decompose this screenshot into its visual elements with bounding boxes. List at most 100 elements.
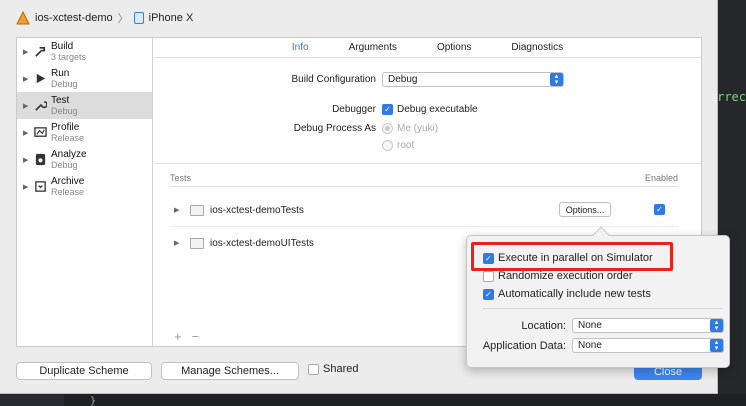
sidebar-item-sub: Debug (51, 78, 78, 89)
sidebar-item-archive[interactable]: ▶ Archive Release (17, 173, 152, 200)
disclosure-triangle-icon[interactable]: ▶ (23, 75, 33, 83)
build-config-row: Build Configuration Debug ▴ ▾ (154, 72, 564, 87)
sidebar-item-label: Test (51, 94, 70, 106)
tests-header: Tests Enabled (170, 173, 678, 183)
shared-checkbox[interactable] (308, 363, 319, 375)
process-root-label: root (397, 140, 415, 151)
debugger-value: Debug executable (397, 104, 478, 115)
build-config-label: Build Configuration (291, 74, 377, 85)
sidebar-item-analyze[interactable]: ▶ Analyze Debug (17, 146, 152, 173)
parallel-label: Execute in parallel on Simulator (498, 252, 653, 264)
section-divider (154, 163, 701, 164)
add-test-button[interactable]: + (174, 329, 182, 344)
sidebar-item-sub: Release (51, 132, 85, 143)
sidebar-item-label: Profile (51, 121, 80, 133)
folder-icon (190, 237, 204, 249)
sidebar-item-label: Archive (51, 175, 85, 187)
sidebar-item-sub: Debug (51, 159, 78, 170)
chevron-updown-icon: ▴ ▾ (550, 73, 563, 86)
auto-include-label: Automatically include new tests (498, 288, 651, 300)
app-data-row: Application Data: None ▴ ▾ (467, 338, 731, 353)
disclosure-triangle-icon[interactable]: ▶ (23, 48, 33, 56)
location-popup[interactable]: None ▴ ▾ (572, 318, 724, 333)
test-options-button[interactable]: Options... (559, 202, 611, 217)
wrench-icon (33, 99, 47, 113)
editor-bottom-bar (64, 394, 746, 406)
remove-test-button[interactable]: − (192, 329, 200, 344)
location-value: None (578, 320, 602, 331)
disclosure-triangle-icon[interactable]: ▶ (23, 156, 33, 164)
debug-process-row: Debug Process As Me (yuki) (154, 123, 438, 134)
sidebar-item-sub: 3 targets (51, 51, 87, 62)
auto-include-option: ✓ Automatically include new tests (483, 288, 651, 300)
shared-option: Shared (308, 363, 358, 375)
randomize-checkbox[interactable] (483, 270, 494, 282)
disclosure-triangle-icon[interactable]: ▶ (174, 239, 184, 247)
breadcrumb: ios-xctest-demo 〉 iPhone X (16, 8, 193, 28)
parallel-option: ✓ Execute in parallel on Simulator (483, 252, 653, 264)
debugger-row: Debugger ✓ Debug executable (154, 104, 478, 115)
iphone-icon (133, 12, 144, 24)
app-data-value: None (578, 340, 602, 351)
process-root-radio[interactable] (382, 140, 393, 151)
tests-header-divider (170, 186, 678, 187)
sidebar-item-run[interactable]: ▶ Run Debug (17, 65, 152, 92)
auto-include-checkbox[interactable]: ✓ (483, 288, 494, 300)
app-data-label: Application Data: (482, 339, 566, 352)
sidebar-item-test[interactable]: ▶ Test Debug (17, 92, 152, 119)
disclosure-triangle-icon[interactable]: ▶ (23, 102, 33, 110)
build-config-popup[interactable]: Debug ▴ ▾ (382, 72, 564, 87)
randomize-option: Randomize execution order (483, 270, 633, 282)
chevron-updown-icon: ▴ ▾ (710, 319, 723, 332)
folder-icon (190, 204, 204, 216)
debugger-label: Debugger (332, 104, 376, 115)
disclosure-triangle-icon[interactable]: ▶ (174, 206, 184, 214)
manage-schemes-button[interactable]: Manage Schemes... (161, 362, 299, 380)
duplicate-scheme-button[interactable]: Duplicate Scheme (16, 362, 152, 380)
test-enabled-checkbox[interactable]: ✓ (654, 204, 665, 215)
xcode-app-icon (16, 10, 30, 25)
gauge-icon (33, 126, 47, 140)
test-target-name: ios-xctest-demoUITests (210, 237, 314, 249)
analyze-icon (33, 153, 47, 167)
debug-process-label: Debug Process As (293, 123, 376, 134)
process-me-label: Me (yuki) (397, 123, 439, 134)
play-icon (33, 72, 47, 86)
breadcrumb-project[interactable]: ios-xctest-demo (35, 12, 113, 24)
parallel-checkbox[interactable]: ✓ (483, 252, 494, 264)
tab-bar: Info Arguments Options Diagnostics (154, 38, 701, 58)
disclosure-triangle-icon[interactable]: ▶ (23, 129, 33, 137)
chevron-updown-icon: ▴ ▾ (710, 339, 723, 352)
hammer-icon (33, 45, 47, 59)
test-target-name: ios-xctest-demoTests (210, 204, 304, 216)
sidebar-item-sub: Release (51, 186, 85, 197)
location-label: Location: (521, 319, 566, 332)
randomize-label: Randomize execution order (498, 270, 633, 282)
tab-info[interactable]: Info (272, 38, 329, 57)
sidebar-item-label: Run (51, 67, 70, 79)
add-remove-controls: + − (174, 329, 199, 344)
sidebar-item-build[interactable]: ▶ Build 3 targets (17, 38, 152, 65)
sidebar-item-label: Build (51, 40, 74, 52)
tab-diagnostics[interactable]: Diagnostics (491, 38, 583, 57)
breadcrumb-device[interactable]: iPhone X (149, 12, 194, 24)
disclosure-triangle-icon[interactable]: ▶ (23, 183, 33, 191)
process-root-row: root (382, 140, 414, 151)
test-options-popover: ✓ Execute in parallel on Simulator Rando… (466, 226, 731, 368)
enabled-column-header: Enabled (644, 173, 678, 183)
process-me-radio[interactable] (382, 123, 393, 134)
build-config-value: Debug (388, 74, 418, 85)
sidebar-item-sub: Debug (51, 105, 78, 116)
debugger-checkbox[interactable]: ✓ (382, 104, 393, 115)
tab-options[interactable]: Options (417, 38, 491, 57)
tab-arguments[interactable]: Arguments (329, 38, 417, 57)
archive-icon (33, 180, 47, 194)
shared-label: Shared (323, 363, 359, 375)
scheme-action-sidebar: ▶ Build 3 targets ▶ Run Debug ▶ Test Debug … (17, 38, 153, 346)
breadcrumb-separator: 〉 (117, 13, 129, 25)
sidebar-item-profile[interactable]: ▶ Profile Release (17, 119, 152, 146)
location-row: Location: None ▴ ▾ (467, 318, 731, 333)
app-data-popup[interactable]: None ▴ ▾ (572, 338, 724, 353)
editor-bottom-code: } (90, 396, 97, 406)
sidebar-item-label: Analyze (51, 148, 87, 160)
